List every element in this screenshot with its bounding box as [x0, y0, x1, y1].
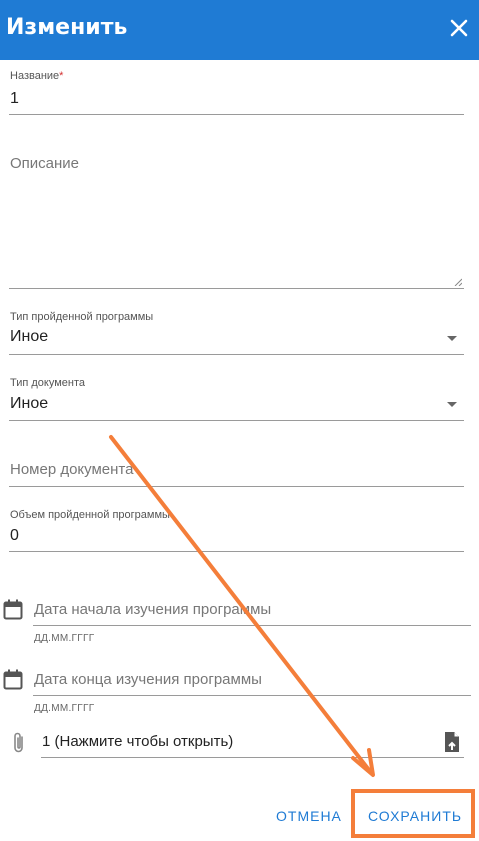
save-button[interactable]: СОХРАНИТЬ — [368, 808, 462, 824]
cancel-button[interactable]: ОТМЕНА — [276, 808, 342, 824]
annotation-arrow — [109, 435, 375, 777]
